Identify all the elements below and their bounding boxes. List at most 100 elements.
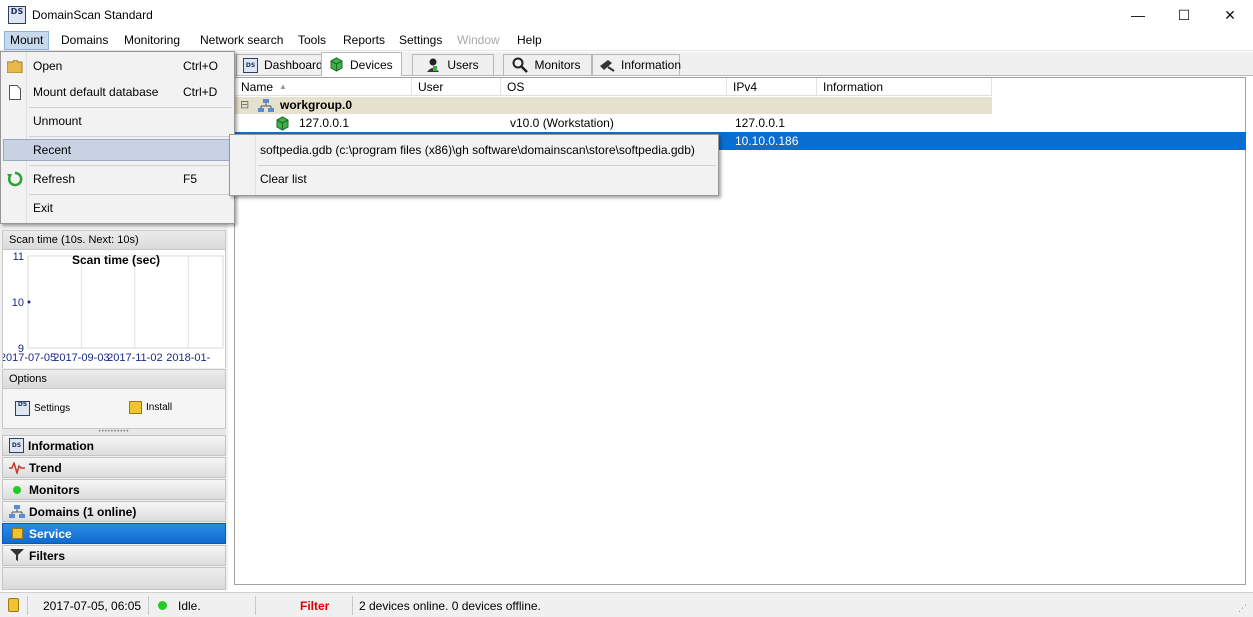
nav-information[interactable]: DS Information — [2, 435, 226, 456]
tab-dashboard[interactable]: DS Dashboard — [236, 54, 332, 75]
menu-item-open[interactable]: Open Ctrl+O — [3, 55, 232, 77]
cell-ipv4: 127.0.0.1 — [735, 116, 786, 130]
options-settings-label: Settings — [34, 403, 71, 414]
cell-name: 127.0.0.1 — [299, 116, 350, 130]
folder-icon — [7, 58, 23, 74]
clear-list-item[interactable]: Clear list — [260, 172, 307, 186]
minimize-button[interactable]: — — [1115, 0, 1161, 30]
filter-icon — [9, 548, 25, 564]
nav-filters-label: Filters — [29, 548, 66, 563]
options-header: Options — [2, 369, 226, 389]
menu-item-unmount[interactable]: Unmount — [3, 110, 232, 132]
document-icon — [7, 84, 23, 100]
options-settings-button[interactable]: DS Settings — [15, 401, 70, 416]
column-user[interactable]: User — [412, 78, 501, 96]
tab-monitors[interactable]: Monitors — [503, 54, 592, 75]
nav-domains[interactable]: Domains (1 online) — [2, 501, 226, 522]
recent-file-item[interactable]: softpedia.gdb (c:\program files (x86)\gh… — [260, 143, 695, 157]
column-ipv4[interactable]: IPv4 — [727, 78, 817, 96]
sort-ascending-icon: ▲ — [279, 82, 287, 91]
menu-bar: Mount Domains Monitoring Network search … — [0, 30, 1253, 51]
menu-item-unmount-label: Unmount — [33, 114, 82, 128]
menu-item-open-label: Open — [33, 59, 63, 73]
table-row[interactable]: 127.0.0.1 v10.0 (Workstation) 127.0.0.1 — [235, 114, 992, 132]
nav-filters[interactable]: Filters — [2, 545, 226, 566]
chart-x-tick: 2018-01- — [166, 352, 210, 364]
database-icon — [8, 598, 19, 612]
menu-item-mount-default-shortcut: Ctrl+D — [183, 85, 218, 99]
tools-icon — [599, 57, 615, 73]
scan-time-chart: Scan time (sec) 9 10 11 2017-07-05 2017-09-… — [0, 250, 226, 368]
menu-mount[interactable]: Mount — [4, 31, 50, 50]
cell-ipv4: 10.10.0.186 — [735, 134, 799, 148]
collapse-icon[interactable]: ⊟ — [240, 97, 249, 114]
menu-domains[interactable]: Domains — [61, 33, 108, 47]
tab-users-label: Users — [447, 58, 479, 72]
group-row[interactable]: ⊟ workgroup.0 — [235, 97, 992, 114]
nav-monitors-label: Monitors — [29, 482, 80, 497]
tab-devices-label: Devices — [350, 57, 393, 72]
menu-item-recent-label: Recent — [33, 143, 72, 157]
resize-grip-icon[interactable]: ⋰ — [1238, 603, 1247, 614]
nav-monitors[interactable]: Monitors — [2, 479, 226, 500]
status-datetime: 2017-07-05, 06:05 — [43, 599, 142, 613]
nav-service[interactable]: Service — [2, 523, 226, 544]
menu-network-search[interactable]: Network search — [200, 33, 283, 47]
close-button[interactable]: ✕ — [1207, 0, 1253, 30]
nav-service-label: Service — [29, 526, 72, 541]
nav-trend[interactable]: Trend — [2, 457, 226, 478]
online-status-icon — [158, 601, 167, 610]
menu-item-refresh-shortcut: F5 — [183, 172, 198, 186]
green-dot-icon — [9, 482, 25, 498]
menu-item-refresh[interactable]: Refresh F5 — [3, 168, 232, 190]
tab-devices[interactable]: Devices — [321, 52, 402, 76]
menu-tools[interactable]: Tools — [298, 33, 326, 47]
cell-os: v10.0 (Workstation) — [510, 116, 614, 130]
tab-dashboard-label: Dashboard — [264, 58, 323, 72]
chart-point — [27, 300, 31, 304]
column-os[interactable]: OS — [501, 78, 727, 96]
menu-reports[interactable]: Reports — [343, 33, 385, 47]
menu-monitoring[interactable]: Monitoring — [124, 33, 180, 47]
magnifier-icon — [512, 57, 529, 73]
view-tabs: DS Dashboard Devices Users Monitors Info… — [234, 52, 1253, 76]
status-state: Idle. — [178, 599, 201, 613]
nav-trend-label: Trend — [29, 460, 62, 475]
menu-help[interactable]: Help — [517, 33, 542, 47]
tab-users[interactable]: Users — [412, 54, 494, 75]
device-icon — [328, 57, 344, 73]
menu-settings[interactable]: Settings — [399, 33, 442, 47]
chart-x-tick: 2017-11-02 — [107, 352, 162, 364]
menu-item-exit-label: Exit — [33, 201, 54, 215]
menu-item-mount-default[interactable]: Mount default database Ctrl+D — [3, 81, 232, 103]
chart-title: Scan time (sec) — [72, 253, 160, 267]
recent-submenu: softpedia.gdb (c:\program files (x86)\gh… — [229, 134, 719, 196]
chart-x-tick: 2017-07-05 — [3, 352, 56, 364]
tab-monitors-label: Monitors — [534, 58, 581, 72]
chart-x-tick: 2017-09-03 — [53, 352, 109, 364]
status-summary: 2 devices online. 0 devices offline. — [359, 599, 541, 613]
nav-domains-label: Domains (1 online) — [29, 504, 137, 519]
menu-item-recent[interactable]: Recent — [3, 139, 232, 161]
status-filter[interactable]: Filter — [300, 599, 329, 613]
maximize-button[interactable]: ☐ — [1161, 0, 1207, 30]
scan-time-header: Scan time (10s. Next: 10s) — [2, 230, 226, 250]
service-icon — [9, 526, 25, 542]
tab-information-label: Information — [621, 58, 682, 72]
menu-item-refresh-label: Refresh — [33, 172, 76, 186]
ds-icon: DS — [15, 401, 30, 416]
tab-information[interactable]: Information — [592, 54, 682, 75]
nav-overflow-strip — [2, 567, 226, 590]
menu-item-mount-default-label: Mount default database — [33, 85, 159, 99]
window-title: DomainScan Standard — [32, 8, 153, 22]
column-information[interactable]: Information — [817, 78, 992, 96]
mount-menu: Open Ctrl+O Mount default database Ctrl+… — [0, 51, 235, 224]
status-bar: 2017-07-05, 06:05 Idle. Filter 2 devices… — [0, 592, 1253, 617]
menu-item-exit[interactable]: Exit — [3, 197, 232, 219]
trend-icon — [9, 460, 25, 476]
app-icon[interactable]: DS — [8, 6, 26, 24]
column-name[interactable]: Name ▲ — [235, 78, 412, 96]
options-install-button[interactable]: Install — [129, 401, 172, 414]
group-name: workgroup.0 — [280, 98, 353, 112]
menu-item-open-shortcut: Ctrl+O — [183, 59, 219, 73]
